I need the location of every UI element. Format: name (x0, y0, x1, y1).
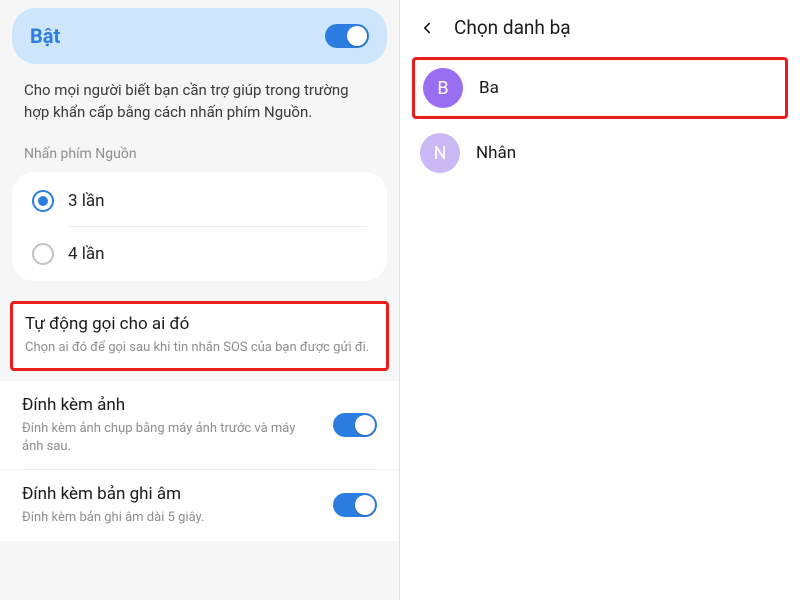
contact-item-nhan[interactable]: N Nhân (412, 125, 788, 181)
toggle-knob (355, 415, 375, 435)
contact-item-ba[interactable]: B Ba (412, 57, 788, 119)
settings-description: Cho mọi người biết bạn cần trợ giúp tron… (0, 78, 399, 138)
back-icon[interactable] (418, 19, 436, 37)
master-toggle-title: Bật (30, 24, 60, 48)
spacer (0, 371, 399, 381)
attach-photo-title: Đính kèm ảnh (22, 395, 319, 415)
contact-picker-panel: Chọn danh bạ B Ba N Nhân (400, 0, 800, 600)
radio-option-4-times[interactable]: 4 lần (12, 227, 387, 279)
radio-option-3-times[interactable]: 3 lần (12, 174, 387, 226)
contact-name: Nhân (476, 143, 516, 163)
avatar: B (423, 68, 463, 108)
attach-audio-subtitle: Đính kèm bản ghi âm dài 5 giây. (22, 509, 319, 527)
text-column: Đính kèm ảnh Đính kèm ảnh chụp bằng máy … (22, 395, 319, 455)
press-count-label: Nhấn phím Nguồn (0, 138, 399, 172)
auto-call-title: Tự động gọi cho ai đó (25, 314, 374, 334)
radio-indicator (32, 243, 54, 265)
attach-audio-item[interactable]: Đính kèm bản ghi âm Đính kèm bản ghi âm … (0, 470, 399, 541)
radio-label: 3 lần (68, 191, 105, 211)
picker-title: Chọn danh bạ (454, 16, 571, 39)
radio-label: 4 lần (68, 244, 105, 264)
auto-call-subtitle: Chọn ai đó để gọi sau khi tin nhắn SOS c… (25, 339, 374, 357)
press-count-card: 3 lần 4 lần (12, 172, 387, 281)
attach-audio-toggle[interactable] (333, 493, 377, 517)
master-toggle-header: Bật (12, 8, 387, 64)
attach-photo-subtitle: Đính kèm ảnh chụp bằng máy ảnh trước và … (22, 420, 319, 455)
master-toggle[interactable] (325, 24, 369, 48)
sos-settings-panel: Bật Cho mọi người biết bạn cần trợ giúp … (0, 0, 400, 600)
contact-name: Ba (479, 78, 499, 98)
picker-header: Chọn danh bạ (400, 0, 800, 57)
toggle-knob (355, 495, 375, 515)
attach-photo-item[interactable]: Đính kèm ảnh Đính kèm ảnh chụp bằng máy … (0, 381, 399, 469)
radio-indicator (32, 190, 54, 212)
toggle-knob (347, 26, 367, 46)
radio-dot-icon (38, 196, 48, 206)
text-column: Đính kèm bản ghi âm Đính kèm bản ghi âm … (22, 484, 319, 527)
attach-photo-toggle[interactable] (333, 413, 377, 437)
attach-audio-title: Đính kèm bản ghi âm (22, 484, 319, 504)
avatar: N (420, 133, 460, 173)
auto-call-item[interactable]: Tự động gọi cho ai đó Chọn ai đó để gọi … (10, 301, 389, 372)
